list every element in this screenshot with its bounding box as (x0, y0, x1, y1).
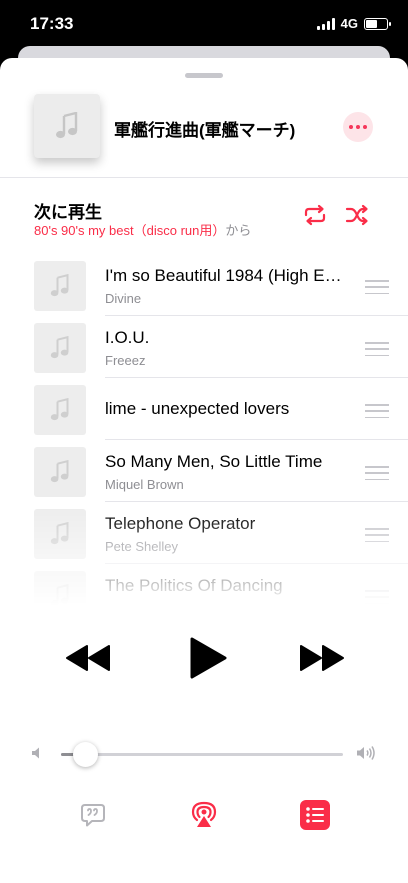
queue-row[interactable]: The Politics Of Dancing (0, 564, 408, 606)
volume-control (0, 741, 408, 767)
reorder-handle-icon[interactable] (365, 342, 389, 356)
track-artist: Pete Shelley (105, 539, 178, 554)
track-artist: Divine (105, 291, 142, 306)
volume-knob[interactable] (73, 742, 98, 767)
volume-slider[interactable] (61, 742, 343, 767)
fast-forward-button[interactable] (294, 630, 350, 686)
network-label: 4G (340, 16, 358, 31)
ellipsis-icon (349, 125, 353, 129)
repeat-icon (304, 204, 326, 226)
now-playing-artwork[interactable] (34, 94, 100, 158)
rewind-button[interactable] (60, 630, 116, 686)
airplay-button[interactable] (189, 800, 219, 830)
music-note-icon (50, 336, 69, 359)
music-note-icon (50, 274, 69, 297)
now-playing-title[interactable]: 軍艦行進曲(軍艦マーチ) (114, 116, 295, 141)
reorder-handle-icon[interactable] (365, 466, 389, 480)
music-note-icon (50, 398, 69, 421)
queue-list-icon (300, 800, 330, 830)
music-note-icon (50, 584, 69, 606)
status-indicators: 4G (316, 16, 391, 31)
divider (0, 177, 408, 178)
track-artwork (34, 385, 86, 435)
track-artwork (34, 323, 86, 373)
music-note-icon (56, 112, 78, 139)
playback-controls (0, 630, 408, 686)
speaker-low-icon (32, 747, 39, 759)
fast-forward-icon (300, 645, 344, 671)
repeat-button[interactable] (302, 204, 328, 226)
queue-button[interactable] (300, 800, 330, 830)
queue-row[interactable]: lime - unexpected lovers (0, 378, 408, 440)
signal-icon (316, 17, 335, 30)
queue-row[interactable]: So Many Men, So Little Time Miquel Brown (0, 440, 408, 502)
play-button[interactable] (180, 630, 236, 686)
speaker-high-icon (357, 746, 375, 760)
track-artist: Miquel Brown (105, 477, 184, 492)
up-next-source[interactable]: 80's 90's my best（disco run用）から (34, 220, 251, 239)
reorder-handle-icon[interactable] (365, 280, 389, 294)
track-title: Telephone Operator (105, 514, 256, 533)
sheet-grabber[interactable] (185, 73, 223, 78)
up-next-queue[interactable]: I'm so Beautiful 1984 (High Energy Mix) … (0, 254, 408, 606)
now-playing-sheet: 軍艦行進曲(軍艦マーチ) 次に再生 80's 90's my best（disc… (0, 58, 408, 883)
up-next-source-suffix: から (225, 223, 252, 238)
status-bar: 17:33 4G (0, 0, 408, 50)
track-artwork (34, 447, 86, 497)
reorder-handle-icon[interactable] (365, 404, 389, 418)
track-artwork (34, 571, 86, 606)
reorder-handle-icon[interactable] (365, 528, 389, 542)
music-note-icon (50, 460, 69, 483)
music-note-icon (50, 522, 69, 545)
battery-icon (364, 17, 391, 30)
lyrics-icon (81, 804, 105, 827)
reorder-handle-icon[interactable] (365, 590, 389, 604)
track-artwork (34, 261, 86, 311)
rewind-icon (66, 645, 110, 671)
track-title: lime - unexpected lovers (105, 399, 290, 418)
track-artist: Freeez (105, 353, 146, 368)
track-artwork (34, 509, 86, 559)
play-icon (190, 637, 227, 679)
lyrics-button[interactable] (78, 800, 108, 830)
queue-row[interactable]: Telephone Operator Pete Shelley (0, 502, 408, 564)
shuffle-icon (345, 204, 368, 226)
bottom-toolbar (0, 796, 408, 836)
queue-row[interactable]: I.O.U. Freeez (0, 316, 408, 378)
airplay-icon (191, 801, 217, 827)
track-title: I.O.U. (105, 328, 150, 347)
shuffle-button[interactable] (344, 204, 370, 226)
status-time: 17:33 (30, 14, 74, 33)
queue-row[interactable]: I'm so Beautiful 1984 (High Energy Mix) … (0, 254, 408, 316)
track-title: The Politics Of Dancing (105, 576, 283, 595)
more-options-button[interactable] (343, 112, 373, 142)
track-title: So Many Men, So Little Time (105, 452, 323, 471)
track-title: I'm so Beautiful 1984 (High Energy Mix) (105, 266, 351, 285)
up-next-source-name: 80's 90's my best（disco run用） (34, 223, 226, 238)
